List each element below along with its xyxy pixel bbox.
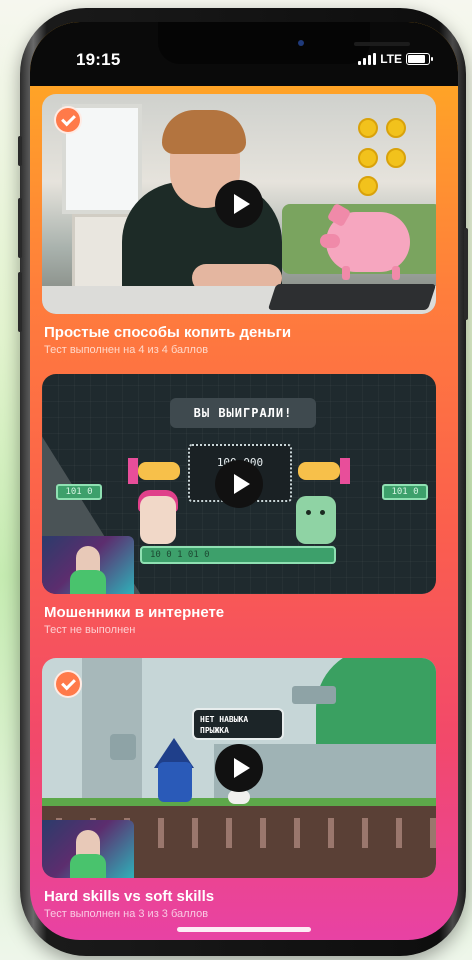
scene-platform [292,686,336,704]
power-button [464,228,468,320]
app-screen: 19:15 LTE Простые способы копить деньги … [30,22,458,940]
scene-skull [228,790,250,804]
test-status: Тест выполнен на 3 из 3 баллов [44,908,209,920]
speech-bubble: НЕТ НАВЫКА ПРЫЖКА [192,708,284,740]
coin-icon [358,148,378,168]
coin-icon [358,118,378,138]
piggy-snout [320,234,340,248]
video-thumbnail[interactable] [42,94,436,314]
camera-dot [298,40,304,46]
presenter-inset [42,536,134,594]
volume-down-button [18,272,22,332]
test-status: Тест не выполнен [44,624,136,636]
video-title[interactable]: Мошенники в интернете [44,604,436,621]
presenter-shirt [70,570,106,594]
presenter-shirt [70,854,106,878]
play-icon[interactable] [215,180,263,228]
pointing-hand-right [298,462,340,480]
signal-icon [358,53,377,65]
scene-sleeve-right [340,458,350,484]
video-title[interactable]: Hard skills vs soft skills [44,888,436,905]
test-status: Тест выполнен на 4 из 4 баллов [44,344,209,356]
scene-hero [140,496,176,544]
scene-robot [296,496,336,544]
mute-switch [18,136,22,166]
battery-level-fill [408,55,425,63]
video-card[interactable]: НЕТ НАВЫКА ПРЫЖКА Hard skills vs soft sk… [42,658,436,920]
notch [158,22,410,64]
play-icon[interactable] [215,744,263,792]
code-tag-left: 101 0 [56,484,102,500]
video-card[interactable]: ВЫ ВЫИГРАЛИ! 100 000 РУБЛЕЙ 101 0 101 0 … [42,374,436,636]
status-time: 19:15 [76,50,121,69]
piggy-leg [342,266,350,280]
pointing-hand-left [138,462,180,480]
scene-sleeve-left [128,458,138,484]
video-card[interactable]: Простые способы копить деньги Тест выпол… [42,94,436,356]
home-indicator[interactable] [177,927,311,932]
code-bar: 10 0 1 01 0 [140,546,336,564]
win-banner: ВЫ ВЫИГРАЛИ! [170,398,316,428]
battery-icon [406,53,433,65]
video-title[interactable]: Простые способы копить деньги [44,324,436,341]
bubble-line: НЕТ НАВЫКА [200,715,249,724]
speaker-grille [354,42,410,46]
bubble-line: ПРЫЖКА [200,726,229,735]
coin-icon [386,118,406,138]
scene-cat [110,734,136,760]
video-thumbnail[interactable]: ВЫ ВЫИГРАЛИ! 100 000 РУБЛЕЙ 101 0 101 0 … [42,374,436,594]
check-badge-icon [54,670,82,698]
scene-wizard [158,762,192,802]
scene-keyboard [267,284,436,310]
network-label: LTE [380,52,402,66]
code-tag-right: 101 0 [382,484,428,500]
play-icon[interactable] [215,460,263,508]
status-indicators: LTE [358,52,433,66]
check-badge-icon [54,106,82,134]
scene-boy-hair [162,110,246,154]
status-bar: 19:15 LTE [30,22,458,86]
video-thumbnail[interactable]: НЕТ НАВЫКА ПРЫЖКА [42,658,436,878]
piggy-leg [392,266,400,280]
presenter-inset [42,820,134,878]
volume-up-button [18,198,22,258]
coin-icon [358,176,378,196]
coin-icon [386,148,406,168]
